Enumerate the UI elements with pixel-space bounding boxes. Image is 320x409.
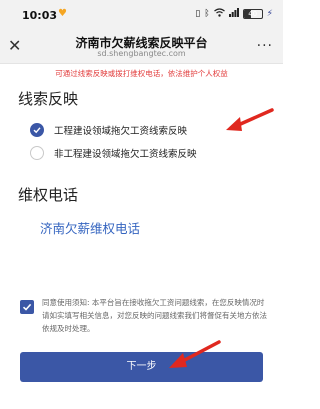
status-time: 10:03	[22, 9, 58, 22]
consent-checkbox[interactable]	[20, 300, 34, 314]
consent-text: 同意使用须知: 本平台旨在接收拖欠工资问题线索，在您反映情况时请如实填写相关信息…	[42, 298, 267, 333]
battery-icon: 40	[242, 9, 263, 19]
status-icons: ▯ ᛒ 40 ⚡	[195, 8, 273, 20]
charging-icon: ⚡	[266, 9, 273, 19]
bluetooth-icon: ᛒ	[204, 9, 210, 19]
radio-checked-icon[interactable]	[30, 123, 44, 137]
annotation-arrow-icon	[226, 108, 274, 131]
phone-section-title: 维权电话	[18, 186, 79, 204]
check-icon	[22, 303, 32, 311]
option-construction[interactable]: 工程建设领域拖欠工资线索反映	[30, 123, 187, 137]
notice-text: 可通过线索反映或拨打维权电话，依法维护个人权益	[55, 69, 228, 78]
option-non-construction[interactable]: 非工程建设领域拖欠工资线索反映	[30, 146, 197, 160]
option-non-construction-label: 非工程建设领域拖欠工资线索反映	[54, 149, 197, 160]
wifi-icon	[213, 8, 225, 20]
heart-icon: ♥	[58, 8, 67, 19]
clue-section-title: 线索反映	[18, 90, 79, 108]
battery-level: 40	[248, 10, 258, 18]
status-bar: 10:03 ♥ ▯ ᛒ 40 ⚡	[0, 0, 283, 30]
vibrate-icon: ▯	[195, 9, 201, 19]
more-button[interactable]: ...	[257, 34, 273, 50]
cellular-icon	[228, 8, 239, 20]
next-button[interactable]: 下一步	[20, 352, 263, 382]
page-url: sd.shengbangtec.com	[97, 49, 186, 58]
option-construction-label: 工程建设领域拖欠工资线索反映	[54, 126, 188, 137]
title-bar: ✕ 济南市欠薪线索反映平台 sd.shengbangtec.com ...	[0, 30, 283, 64]
radio-unchecked-icon[interactable]	[30, 146, 44, 160]
phone-link[interactable]: 济南欠薪维权电话	[40, 218, 140, 237]
annotation-arrow-icon	[169, 340, 221, 368]
